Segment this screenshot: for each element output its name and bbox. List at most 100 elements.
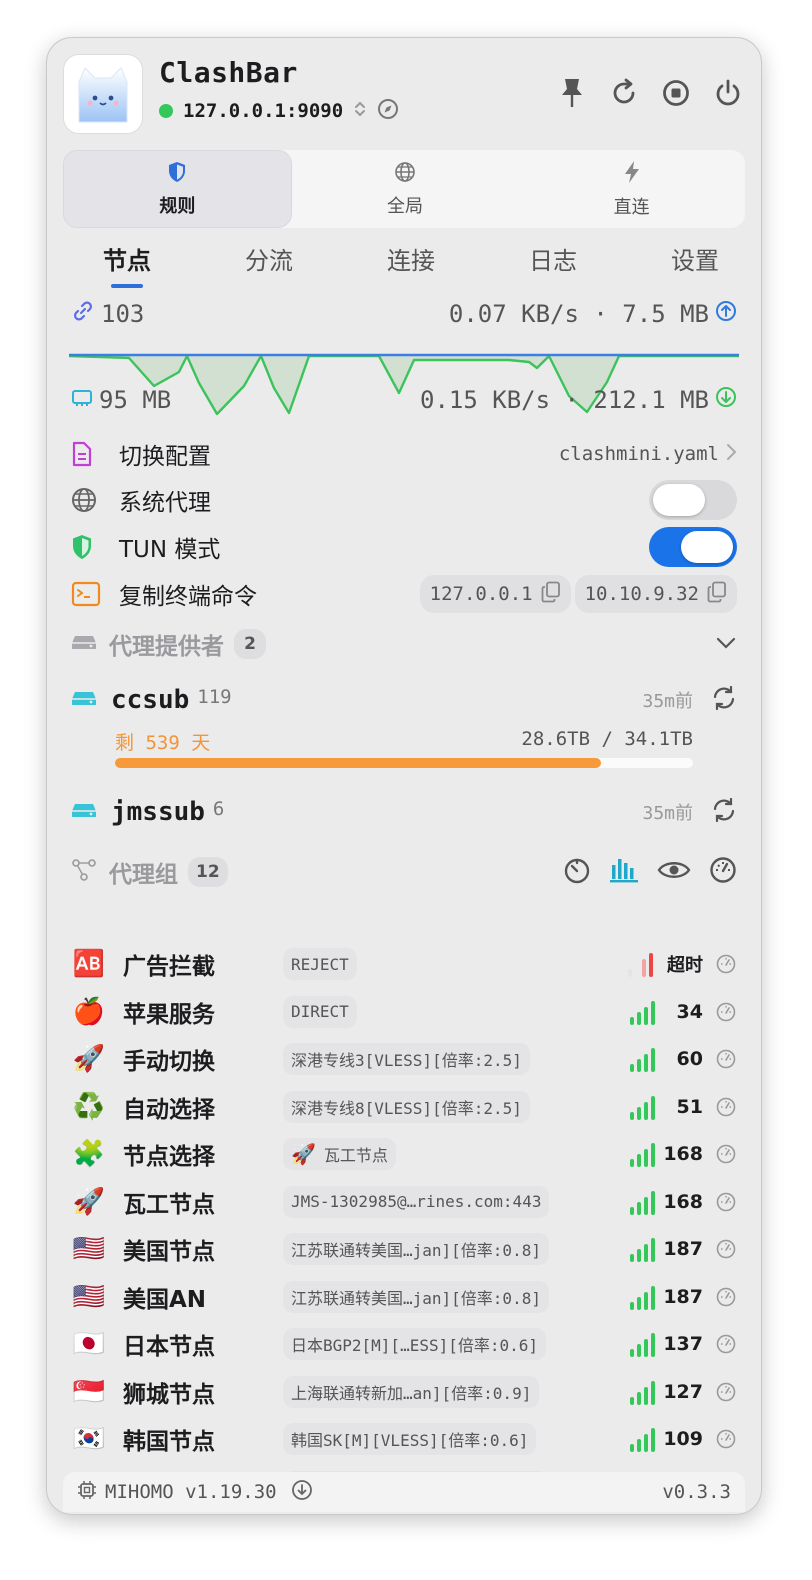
speed-test-icon[interactable] — [715, 1048, 737, 1070]
selected-node-chip[interactable]: 日本BGP2[M][…ESS][倍率:0.6] — [283, 1328, 547, 1360]
tab-nodes[interactable]: 节点 — [103, 244, 151, 288]
tab-logs[interactable]: 日志 — [529, 244, 577, 288]
reload-icon[interactable] — [607, 76, 641, 110]
selected-node-chip[interactable]: DIRECT — [283, 995, 357, 1028]
latency-value: 168 — [663, 1190, 703, 1213]
mode-rule-button[interactable]: 规则 — [63, 150, 292, 228]
tab-connections[interactable]: 连接 — [387, 244, 435, 288]
selected-node-chip[interactable]: 上海联通转新加…an][倍率:0.9] — [283, 1375, 540, 1408]
selected-node-name: REJECT — [291, 954, 349, 974]
mode-direct-button[interactable]: 直连 — [518, 150, 745, 228]
group-icon: 🇰🇷 — [72, 1424, 106, 1454]
signal-bars-icon — [630, 1189, 655, 1215]
tab-bar: 节点 分流 连接 日志 设置 — [63, 244, 745, 288]
link-icon — [71, 299, 95, 329]
chevron-updown-icon[interactable] — [353, 99, 367, 123]
proxy-group-row[interactable]: 🧩 节点选择 🚀 瓦工节点 168 — [71, 1132, 737, 1176]
group-name: 美国节点 — [123, 1239, 215, 1265]
latency-value: 34 — [676, 1000, 703, 1023]
system-proxy-toggle[interactable] — [649, 480, 737, 520]
subscription-remaining: 剩 539 天 — [115, 732, 211, 754]
proxy-group-row[interactable]: 🇯🇵 日本节点 日本BGP2[M][…ESS][倍率:0.6] 137 — [71, 1322, 737, 1366]
proxy-group-row[interactable]: 🇰🇷 韩国节点 韩国SK[M][VLESS][倍率:0.6] 109 — [71, 1417, 737, 1461]
copy-local-ip-button[interactable]: 127.0.0.1 — [419, 575, 571, 613]
signal-bars-icon — [630, 1426, 655, 1452]
selected-node-chip[interactable]: 韩国SK[M][VLESS][倍率:0.6] — [283, 1423, 537, 1455]
speed-test-icon[interactable] — [715, 1143, 737, 1165]
group-name: 狮城节点 — [123, 1381, 215, 1408]
selected-node-chip[interactable]: 江苏联通转美国…jan][倍率:0.8] — [283, 1280, 549, 1313]
mode-global-button[interactable]: 全局 — [292, 150, 519, 228]
tun-mode-toggle[interactable] — [649, 527, 737, 567]
proxy-group-row[interactable]: 🆎 广告拦截 REJECT 超时 — [71, 942, 737, 986]
power-icon[interactable] — [711, 76, 745, 110]
speed-test-icon[interactable] — [715, 953, 737, 975]
group-name: 瓦工节点 — [123, 1191, 215, 1218]
proxy-group-row[interactable]: 🚀 手动切换 深港专线3[VLESS][倍率:2.5] 60 — [71, 1037, 737, 1081]
app-version: v0.3.3 — [662, 1481, 731, 1503]
pin-icon[interactable] — [555, 76, 589, 110]
drive-icon — [71, 688, 97, 712]
copy-icon — [707, 581, 727, 608]
bar-chart-icon[interactable] — [609, 857, 639, 887]
signal-bars-icon — [628, 951, 653, 977]
speed-test-icon[interactable] — [715, 1286, 737, 1308]
speed-test-icon[interactable] — [715, 1333, 737, 1355]
group-name: 节点选择 — [123, 1144, 215, 1170]
refresh-icon[interactable] — [711, 685, 737, 716]
selected-node-chip[interactable]: 深港专线3[VLESS][倍率:2.5] — [283, 1043, 530, 1075]
group-icon: ♻️ — [72, 1091, 106, 1122]
speed-test-icon[interactable] — [715, 1096, 737, 1118]
tab-rules[interactable]: 分流 — [245, 244, 293, 288]
terminal-icon — [71, 581, 105, 607]
selected-node-chip[interactable]: 江苏联通转美国…jan][倍率:0.8] — [283, 1233, 549, 1265]
speed-test-icon[interactable] — [715, 1191, 737, 1213]
chevron-down-icon[interactable] — [715, 635, 737, 654]
speed-test-icon[interactable] — [715, 1238, 737, 1260]
proxy-group-row[interactable]: 🚀 瓦工节点 JMS-1302985@…rines.com:443 168 — [71, 1180, 737, 1224]
copy-command-row: 复制终端命令 127.0.0.1 10.10.9.32 — [71, 572, 737, 616]
latency-value: 187 — [663, 1285, 703, 1308]
header: ClashBar 127.0.0.1:9090 — [63, 54, 745, 134]
eye-icon[interactable] — [657, 859, 691, 885]
update-download-icon[interactable] — [291, 1479, 313, 1506]
group-icon: 🚀 — [72, 1186, 106, 1217]
latency-value: 超时 — [667, 955, 703, 976]
proxy-group-row[interactable]: 🇺🇸 美国AN 江苏联通转美国…jan][倍率:0.8] 187 — [71, 1275, 737, 1319]
selected-node-chip[interactable]: JMS-1302985@…rines.com:443 — [283, 1185, 550, 1218]
signal-bars-icon — [630, 999, 655, 1025]
proxy-group-row[interactable]: 🍎 苹果服务 DIRECT 34 — [71, 990, 737, 1034]
switch-config-row[interactable]: 切换配置 clashmini.yaml — [71, 432, 737, 476]
signal-bars-icon — [630, 1094, 655, 1120]
timer-icon[interactable] — [563, 856, 591, 888]
lan-ip-text: 10.10.9.32 — [584, 583, 699, 605]
selected-node-chip[interactable]: 深港专线8[VLESS][倍率:2.5] — [283, 1090, 530, 1123]
selected-node-name: 深港专线3[VLESS][倍率:2.5] — [291, 1051, 522, 1070]
refresh-icon[interactable] — [711, 797, 737, 828]
speedometer-icon[interactable] — [709, 856, 737, 888]
proxy-group-row[interactable]: ♻️ 自动选择 深港专线8[VLESS][倍率:2.5] 51 — [71, 1085, 737, 1129]
copy-lan-ip-button[interactable]: 10.10.9.32 — [574, 575, 737, 613]
speed-test-icon[interactable] — [715, 1428, 737, 1450]
copy-icon — [541, 581, 561, 608]
selected-node-chip[interactable]: REJECT — [283, 948, 357, 980]
group-icon: 🇺🇸 — [72, 1281, 106, 1312]
latency-value: 60 — [676, 1048, 703, 1070]
group-name: 自动选择 — [123, 1096, 215, 1123]
providers-header[interactable]: 代理提供者 2 — [71, 624, 737, 664]
selected-node-chip[interactable]: 🚀 瓦工节点 — [283, 1138, 396, 1170]
provider-ccsub: ccsub 119 35m前 — [71, 678, 737, 722]
proxy-groups-title: 代理组 — [109, 862, 178, 888]
proxy-group-row[interactable]: 🇺🇸 美国节点 江苏联通转美国…jan][倍率:0.8] 187 — [71, 1227, 737, 1271]
speed-test-icon[interactable] — [715, 1381, 737, 1403]
stop-icon[interactable] — [659, 76, 693, 110]
group-icon: 🇺🇸 — [72, 1234, 106, 1264]
group-name: 苹果服务 — [123, 1001, 215, 1028]
footer-bar: MIHOMO v1.19.30 v0.3.3 — [63, 1472, 745, 1512]
controller-address[interactable]: 127.0.0.1:9090 — [183, 100, 343, 122]
compass-icon[interactable] — [377, 98, 399, 124]
proxy-group-row[interactable]: 🇸🇬 狮城节点 上海联通转新加…an][倍率:0.9] 127 — [71, 1370, 737, 1414]
tab-settings[interactable]: 设置 — [671, 244, 719, 288]
provider-count: 119 — [197, 686, 232, 708]
speed-test-icon[interactable] — [715, 1001, 737, 1023]
